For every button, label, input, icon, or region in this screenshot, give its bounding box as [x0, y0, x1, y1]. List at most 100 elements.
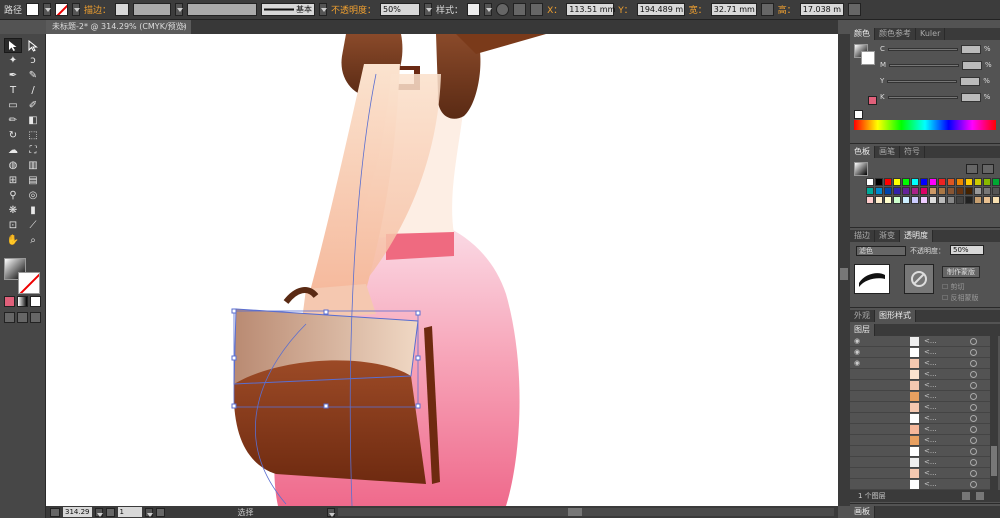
y-field[interactable]: 194.489 m: [636, 3, 685, 16]
color-swatch[interactable]: [956, 187, 964, 195]
black-slider[interactable]: K%: [880, 92, 998, 102]
color-swatch[interactable]: [965, 187, 973, 195]
color-swatch[interactable]: [929, 178, 937, 186]
magic-wand-tool-icon[interactable]: ✦: [4, 53, 22, 68]
target-icon[interactable]: [970, 349, 977, 356]
object-thumbnail[interactable]: [854, 264, 890, 294]
color-swatch[interactable]: [938, 178, 946, 186]
lasso-tool-icon[interactable]: ↄ: [24, 53, 42, 68]
yellow-slider[interactable]: Y%: [880, 76, 998, 86]
draw-normal-icon[interactable]: [4, 312, 15, 323]
color-swatch[interactable]: [965, 178, 973, 186]
color-swatch[interactable]: [866, 187, 874, 195]
zoom-dropdown[interactable]: [94, 507, 103, 517]
tab-color[interactable]: 颜色: [850, 28, 875, 40]
color-swatch[interactable]: [956, 178, 964, 186]
color-swatch[interactable]: [911, 196, 919, 204]
target-icon[interactable]: [970, 338, 977, 345]
target-icon[interactable]: [970, 481, 977, 488]
color-swatch[interactable]: [983, 178, 991, 186]
color-panel-fill-stroke[interactable]: [854, 44, 876, 66]
color-swatch[interactable]: [983, 196, 991, 204]
tab-brushes[interactable]: 画笔: [875, 146, 900, 158]
target-icon[interactable]: [970, 437, 977, 444]
tab-symbols[interactable]: 符号: [900, 146, 925, 158]
eye-icon[interactable]: [854, 458, 863, 466]
shape-builder-tool-icon[interactable]: ◍: [4, 158, 22, 173]
tab-stroke[interactable]: 描边: [850, 230, 875, 242]
color-swatch[interactable]: [884, 196, 892, 204]
first-artboard-icon[interactable]: [105, 507, 115, 517]
close-tab-icon[interactable]: ×: [180, 20, 187, 34]
invert-mask-checkbox[interactable]: ☐ 反相蒙版: [942, 293, 979, 303]
swatches-fill-stroke[interactable]: [854, 162, 868, 176]
color-swatch[interactable]: [866, 178, 874, 186]
brush-field[interactable]: 基本: [261, 3, 316, 16]
stroke-swatch[interactable]: [55, 3, 69, 16]
target-icon[interactable]: [970, 470, 977, 477]
tab-layers[interactable]: 图层: [850, 324, 875, 336]
artboard[interactable]: [46, 34, 838, 506]
color-spectrum[interactable]: [854, 120, 996, 130]
tab-graphic-styles[interactable]: 图形样式: [875, 310, 916, 322]
pen-tool-icon[interactable]: ✒: [4, 68, 22, 83]
curvature-tool-icon[interactable]: ✎: [24, 68, 42, 83]
brush-dropdown[interactable]: [319, 3, 328, 16]
color-swatch[interactable]: [974, 187, 982, 195]
color-swatch[interactable]: [875, 187, 883, 195]
grid-view-icon[interactable]: [982, 164, 994, 174]
color-swatch[interactable]: [902, 178, 910, 186]
color-swatch[interactable]: [902, 196, 910, 204]
horizontal-scrollbar[interactable]: [337, 508, 834, 516]
opacity-field[interactable]: 50%: [380, 3, 421, 16]
delete-layer-icon[interactable]: [976, 492, 984, 500]
color-swatch[interactable]: [947, 196, 955, 204]
tab-gradient[interactable]: 渐变: [875, 230, 900, 242]
stroke-label[interactable]: 描边：: [84, 3, 111, 16]
color-swatch[interactable]: [974, 178, 982, 186]
page-dropdown[interactable]: [144, 507, 153, 517]
transform-icon[interactable]: [847, 3, 861, 16]
color-swatch[interactable]: [992, 178, 1000, 186]
color-swatch[interactable]: [920, 187, 928, 195]
blend-mode-select[interactable]: 滤色: [856, 246, 906, 256]
color-swatch[interactable]: [884, 187, 892, 195]
artboard-nav-icon[interactable]: [50, 507, 60, 517]
target-icon[interactable]: [970, 393, 977, 400]
draw-inside-icon[interactable]: [30, 312, 41, 323]
tab-transparency[interactable]: 透明度: [900, 230, 933, 242]
eye-icon[interactable]: [854, 381, 863, 389]
stroke-dropdown[interactable]: [72, 3, 81, 16]
perspective-grid-tool-icon[interactable]: ▥: [24, 158, 42, 173]
layer-row[interactable]: <...: [850, 468, 990, 479]
transparency-opacity-field[interactable]: 50%: [950, 245, 984, 255]
artwork[interactable]: [46, 34, 838, 506]
variable-width-field[interactable]: [133, 3, 172, 16]
layer-row[interactable]: ◉ <...: [850, 358, 990, 369]
canvas-area[interactable]: [46, 34, 838, 506]
vertical-scroll-thumb[interactable]: [840, 268, 848, 280]
tab-color-guide[interactable]: 颜色参考: [875, 28, 916, 40]
color-swatch[interactable]: [875, 196, 883, 204]
slice-tool-icon[interactable]: ⟋: [24, 218, 42, 233]
color-swatch[interactable]: [929, 187, 937, 195]
eye-icon[interactable]: [854, 436, 863, 444]
color-swatch[interactable]: [893, 196, 901, 204]
last-color-swatch[interactable]: [868, 96, 877, 105]
opacity-label[interactable]: 不透明度：: [331, 3, 376, 16]
eraser-tool-icon[interactable]: ◧: [24, 113, 42, 128]
color-swatch[interactable]: [884, 178, 892, 186]
stroke-weight-field[interactable]: [115, 3, 130, 16]
color-swatch[interactable]: [875, 178, 883, 186]
free-transform-tool-icon[interactable]: ⛶: [24, 143, 42, 158]
layer-row[interactable]: <...: [850, 446, 990, 457]
clip-checkbox[interactable]: ☐ 剪切: [942, 282, 965, 292]
opacity-dropdown[interactable]: [424, 3, 433, 16]
pencil-tool-icon[interactable]: ✏: [4, 113, 22, 128]
constrain-proportions-icon[interactable]: [760, 3, 774, 16]
symbol-sprayer-tool-icon[interactable]: ❋: [4, 203, 22, 218]
list-view-icon[interactable]: [966, 164, 978, 174]
color-swatch[interactable]: [992, 196, 1000, 204]
stroke-box[interactable]: [18, 272, 40, 294]
none-mode-icon[interactable]: [30, 296, 41, 307]
